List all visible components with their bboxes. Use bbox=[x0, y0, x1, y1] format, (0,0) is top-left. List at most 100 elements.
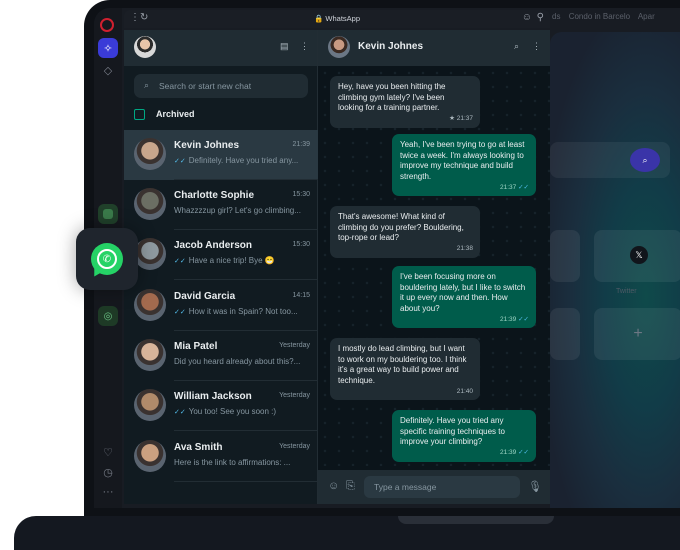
chat-preview-text: Definitely. Have you tried any... bbox=[188, 156, 299, 165]
messenger-sidebar-icon[interactable]: ◎ bbox=[98, 306, 118, 326]
double-check-icon: ✓✓ bbox=[174, 258, 186, 265]
star-icon: ★ bbox=[449, 115, 457, 122]
incoming-message[interactable]: Hey, have you been hitting the climbing … bbox=[330, 76, 480, 128]
chat-time: 15:30 bbox=[292, 191, 310, 198]
chat-row[interactable]: Jacob Anderson 15:30 ✓✓ Have a nice trip! B… bbox=[124, 230, 318, 280]
contact-avatar[interactable] bbox=[328, 36, 350, 58]
double-check-icon: ✓✓ bbox=[516, 315, 529, 323]
more-icon[interactable]: ··· bbox=[98, 482, 118, 502]
incoming-message[interactable]: That's awesome! What kind of climbing do… bbox=[330, 206, 480, 258]
composer: ☺ ⎘ Type a message 🎙 bbox=[318, 470, 550, 504]
whatsapp-panel: ▤ ⋮ ⌕ Search or start new chat Archived … bbox=[124, 30, 550, 504]
incoming-message[interactable]: I mostly do lead climbing, but I want to… bbox=[330, 338, 480, 400]
menu-icon[interactable]: ⋮ bbox=[532, 41, 541, 52]
emoji-icon[interactable]: ☺ bbox=[522, 12, 532, 23]
whatsapp-sidebar-icon[interactable] bbox=[98, 204, 118, 224]
chat-row[interactable]: Ava Smith Yesterday Here is the link to af… bbox=[124, 432, 318, 482]
chat-preview-text: Here is the link to affirmations: ... bbox=[174, 458, 291, 467]
avatar bbox=[134, 238, 166, 270]
attach-icon[interactable]: ⎘ bbox=[346, 480, 355, 493]
screen: ✧ ◇ ◎ ♡ ◷ ··· ⌕ 𝕏 Twitter + ds Condo in … bbox=[94, 8, 680, 508]
microphone-icon[interactable]: 🎙 bbox=[528, 480, 542, 493]
background-tabs: ds Condo in Barcelo Apar bbox=[552, 12, 680, 26]
chat-time: Yesterday bbox=[279, 392, 310, 399]
message-time: 21:37 ✓✓ bbox=[500, 183, 529, 194]
outgoing-message[interactable]: Definitely. Have you tried any specific … bbox=[392, 410, 536, 462]
search-input[interactable]: ⌕ Search or start new chat bbox=[134, 74, 308, 98]
aria-icon[interactable]: ✧ bbox=[98, 38, 118, 58]
message-text: Definitely. Have you tried any specific … bbox=[400, 416, 505, 446]
chat-preview-text: You too! See you soon :) bbox=[188, 407, 277, 416]
search-placeholder: Search or start new chat bbox=[159, 81, 252, 91]
menu-icon[interactable]: ⋮ bbox=[300, 41, 309, 52]
message-time: 21:39 ✓✓ bbox=[500, 315, 529, 326]
sparkle-icon[interactable]: ◇ bbox=[98, 60, 118, 80]
message-placeholder: Type a message bbox=[374, 482, 437, 492]
chat-name: Jacob Anderson bbox=[174, 240, 252, 251]
message-time-text: 21:38 bbox=[456, 245, 473, 252]
chat-name: David Garcia bbox=[174, 291, 236, 302]
divider bbox=[174, 430, 318, 431]
search-icon: ⌕ bbox=[144, 80, 150, 90]
phone-icon: ✆ bbox=[97, 249, 117, 269]
divider bbox=[174, 279, 318, 280]
whatsapp-logo-icon: ✆ bbox=[91, 243, 123, 275]
double-check-icon: ✓✓ bbox=[516, 183, 529, 191]
tab[interactable]: Condo in Barcelo bbox=[569, 12, 630, 21]
chat-row[interactable]: Kevin Johnes 21:39 ✓✓ Definitely. Have you … bbox=[124, 130, 318, 180]
double-check-icon: ✓✓ bbox=[516, 449, 529, 456]
chat-preview-text: Whazzzzup girl? Let's go climbing... bbox=[174, 206, 301, 215]
chat-row[interactable]: Mia Patel Yesterday Did you heard already … bbox=[124, 331, 318, 381]
speed-dial-tile[interactable] bbox=[550, 230, 580, 282]
chat-name: Ava Smith bbox=[174, 442, 223, 453]
outgoing-message[interactable]: I've been focusing more on bouldering la… bbox=[392, 266, 536, 328]
new-chat-icon[interactable]: ▤ bbox=[280, 41, 289, 52]
message-text: That's awesome! What kind of climbing do… bbox=[338, 212, 464, 242]
x-logo-icon: 𝕏 bbox=[630, 246, 648, 264]
chat-name: William Jackson bbox=[174, 391, 252, 402]
history-icon[interactable]: ◷ bbox=[98, 462, 118, 482]
message-time-text: 21:40 bbox=[456, 387, 473, 395]
pin-icon[interactable]: ⚲ bbox=[537, 12, 544, 23]
search-icon[interactable]: ⌕ bbox=[514, 41, 519, 52]
start-page: ⌕ 𝕏 Twitter + bbox=[550, 32, 680, 508]
heart-icon[interactable]: ♡ bbox=[98, 442, 118, 462]
contact-name[interactable]: Kevin Johnes bbox=[358, 41, 423, 52]
chat-row[interactable]: David Garcia 14:15 ✓✓ How it was in Spain? … bbox=[124, 281, 318, 331]
message-time-text: 21:39 bbox=[500, 315, 517, 323]
message-input[interactable]: Type a message bbox=[364, 476, 520, 498]
avatar bbox=[134, 440, 166, 472]
whatsapp-badge[interactable]: ✆ bbox=[76, 228, 138, 290]
chat-row[interactable]: Charlotte Sophie 15:30 Whazzzzup girl? Let… bbox=[124, 180, 318, 230]
chat-list-header: ▤ ⋮ bbox=[124, 30, 317, 66]
double-check-icon: ✓✓ bbox=[174, 409, 186, 416]
opera-logo-icon[interactable] bbox=[100, 18, 114, 32]
chat-time: Yesterday bbox=[279, 443, 310, 450]
chat-preview: ✓✓ How it was in Spain? Not too... bbox=[174, 307, 306, 316]
avatar bbox=[134, 138, 166, 170]
message-text: I mostly do lead climbing, but I want to… bbox=[338, 344, 467, 385]
chat-preview-text: How it was in Spain? Not too... bbox=[188, 307, 298, 316]
panel-titlebar: ⋮ ↻ 🔒 WhatsApp ☺ ⚲ bbox=[124, 10, 550, 28]
chat-row[interactable]: William Jackson Yesterday ✓✓ You too! See y… bbox=[124, 381, 318, 431]
chat-name: Mia Patel bbox=[174, 341, 218, 352]
laptop-notch bbox=[398, 516, 554, 524]
chat-preview-text: Did you heard already about this?... bbox=[174, 357, 301, 366]
avatar[interactable] bbox=[134, 36, 156, 58]
chat-preview: ✓✓ Have a nice trip! Bye 😁 bbox=[174, 256, 306, 265]
chat-preview: Here is the link to affirmations: ... bbox=[174, 458, 306, 467]
tab[interactable]: ds bbox=[552, 12, 560, 21]
tab[interactable]: Apar bbox=[638, 12, 655, 21]
archived-label: Archived bbox=[156, 109, 195, 119]
emoji-icon[interactable]: ☺ bbox=[328, 480, 339, 492]
search-icon[interactable]: ⌕ bbox=[630, 148, 660, 172]
speed-dial-tile[interactable] bbox=[550, 308, 580, 360]
message-time-text: 21:37 bbox=[500, 183, 517, 191]
chat-time: 14:15 bbox=[292, 292, 310, 299]
laptop-base bbox=[14, 516, 680, 550]
outgoing-message[interactable]: Yeah, I've been trying to go at least tw… bbox=[392, 134, 536, 196]
add-speed-dial-button[interactable]: + bbox=[594, 308, 680, 360]
speed-dial-label: Twitter bbox=[616, 288, 637, 295]
chat-name: Kevin Johnes bbox=[174, 140, 240, 151]
chat-preview: Did you heard already about this?... bbox=[174, 357, 306, 366]
